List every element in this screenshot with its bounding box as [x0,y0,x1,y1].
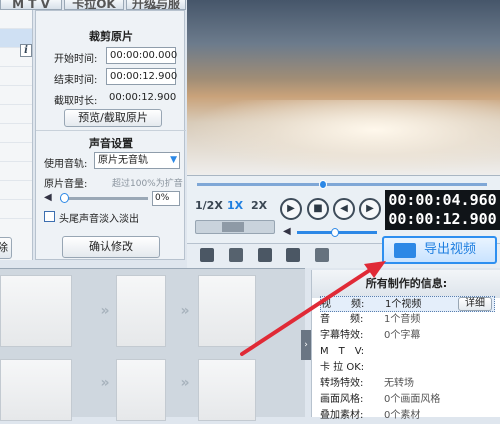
new-project-icon[interactable] [200,248,214,262]
duration-row: 截取时长: 00:00:12.900 [36,89,186,107]
start-time-label: 开始时间: [54,54,98,65]
list-item[interactable] [0,124,32,143]
player-volume-thumb[interactable] [331,228,339,237]
export-video-label: 导出视频 [424,242,477,257]
volume-value-field[interactable]: 0% [152,191,180,206]
speaker-icon: ◀ [44,192,52,203]
track-label: 使用音轨: [44,159,88,170]
volume-label: 原片音量: [44,179,88,190]
info-value: 无转场 [384,378,414,389]
detail-button[interactable]: 详细 [458,297,492,311]
audio-title: 声音设置 [89,137,133,150]
track-select-value: 原片无音轨 [98,155,148,166]
cloud-layer [187,100,500,175]
speed-slider[interactable] [195,220,275,234]
list-item[interactable] [0,181,32,200]
player-volume-slider[interactable] [297,228,377,237]
video-preview [187,0,500,175]
duration-value: 00:00:12.900 [109,92,177,103]
current-time: 00:00:04.960 [388,191,497,209]
time-display: 00:00:04.960 00:00:12.900 [385,190,500,230]
clip-slot[interactable] [116,359,166,421]
info-key: 叠加素材: [320,410,364,421]
annotation-arrow [240,261,386,356]
annotation-arrow-line [240,268,372,356]
confirm-button[interactable]: 确认修改 [62,236,160,258]
volume-slider[interactable] [60,193,148,203]
stop-icon[interactable]: ■ [307,198,329,220]
seek-bar[interactable] [197,180,487,189]
end-time-field[interactable]: 00:00:12.900 [106,68,177,85]
seek-thumb[interactable] [319,180,327,189]
info-row-overlay: 叠加素材: 0个素材 [320,408,495,424]
volume-slider-thumb[interactable] [60,193,69,203]
next-frame-icon[interactable]: ▶ [359,198,381,220]
tab-karaoke[interactable]: 卡拉OK [64,0,124,10]
crop-panel: 裁剪原片 开始时间: 00:00:00.000 结束时间: 00:00:12.9… [35,10,186,260]
play-icon[interactable]: ▶ [280,198,302,220]
clip-slot[interactable] [0,359,72,421]
info-key: 转场特效: [320,378,364,389]
list-item[interactable] [0,143,32,162]
transition-arrow-icon[interactable]: » [95,301,115,321]
clip-slot[interactable] [198,359,256,421]
transition-arrow-icon[interactable]: » [175,373,195,393]
info-row-style: 画面风格: 0个画面风格 [320,392,495,408]
info-icon[interactable]: i [20,44,32,57]
end-time-label: 结束时间: [54,75,98,86]
chevron-down-icon: ▼ [170,155,177,165]
info-key: 画面风格: [320,394,364,405]
clip-slot[interactable] [116,275,166,347]
speed-1x[interactable]: 1X [227,199,243,212]
volume-hint: 超过100%为扩音 [112,179,183,189]
list-item[interactable] [0,67,32,86]
speed-group: 1/2X 1X 2X [195,196,270,216]
list-item[interactable] [0,105,32,124]
fade-label: 头尾声音淡入淡出 [59,214,139,225]
export-video-button[interactable]: 导出视频 [382,236,497,264]
fade-checkbox[interactable] [44,211,55,222]
volume-icon: ◀ [283,226,291,237]
clip-slot[interactable] [0,275,72,347]
end-time-row: 结束时间: 00:00:12.900 [36,68,186,86]
info-value: 1个视频 [385,299,422,310]
list-item[interactable] [0,200,32,219]
total-time: 00:00:12.900 [388,210,497,228]
start-time-field[interactable]: 00:00:00.000 [106,47,177,64]
transition-arrow-icon[interactable]: » [95,373,115,393]
list-item[interactable] [0,10,32,29]
duration-label: 截取时长: [54,96,98,107]
list-item[interactable] [0,162,32,181]
info-row-transition: 转场特效: 无转场 [320,376,495,392]
transition-arrow-icon[interactable]: » [175,301,195,321]
crop-title: 裁剪原片 [89,30,133,43]
info-key: 卡 拉 OK: [320,362,365,373]
delete-button[interactable]: 除 [0,237,12,259]
info-value: 0个素材 [384,410,421,421]
track-select[interactable]: 原片无音轨 ▼ [94,152,180,169]
start-time-row: 开始时间: 00:00:00.000 [36,47,186,65]
info-value: 0个画面风格 [384,394,441,405]
tab-upgrade-service[interactable]: 升级与服务 [126,0,186,10]
speed-2x[interactable]: 2X [251,199,267,212]
list-item[interactable] [0,86,32,105]
previous-frame-icon[interactable]: ◀ [333,198,355,220]
speed-slider-thumb[interactable] [222,222,244,232]
speed-half[interactable]: 1/2X [195,199,223,212]
divider [36,130,186,131]
tab-mtv[interactable]: M T V [0,0,62,10]
export-icon [394,243,416,258]
preview-crop-button[interactable]: 预览/截取原片 [64,109,162,127]
info-row-karaoke: 卡 拉 OK: [320,360,495,376]
